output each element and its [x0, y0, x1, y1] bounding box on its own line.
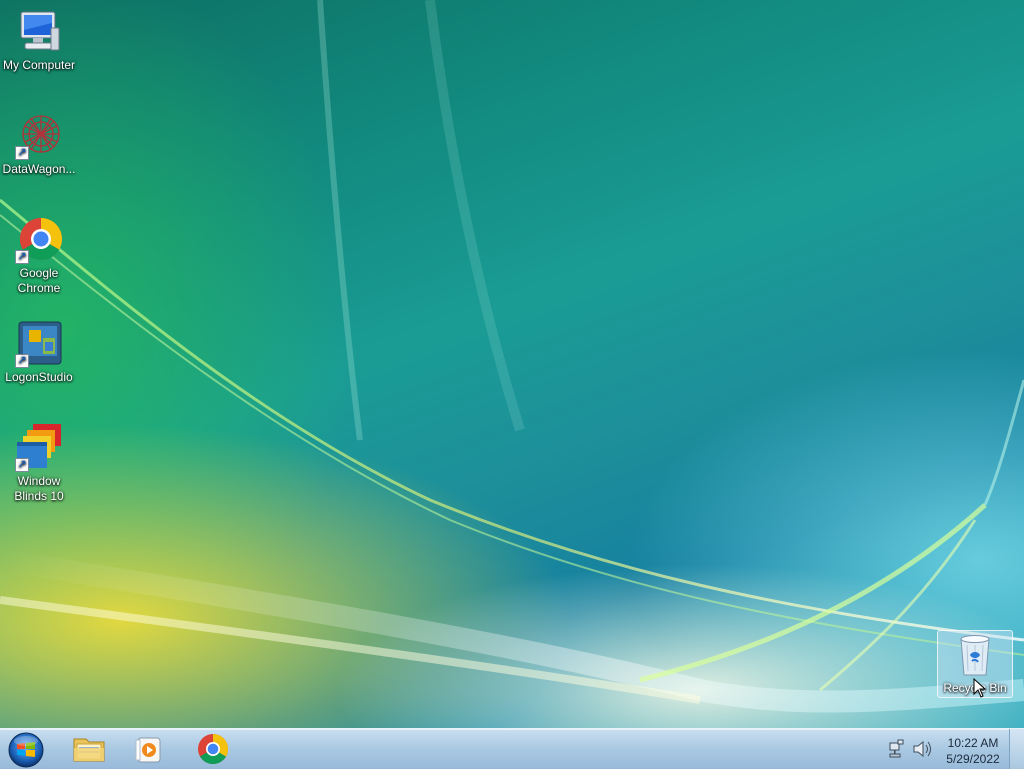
start-button[interactable]	[6, 732, 46, 768]
wallpaper	[0, 0, 1024, 713]
desktop-icon-datawagon[interactable]: ↗ DataWagon...	[0, 112, 78, 177]
desktop-icon-my-computer[interactable]: My Computer	[0, 8, 78, 73]
logonstudio-icon: ↗	[15, 320, 63, 368]
datawagon-icon: ↗	[15, 112, 63, 160]
windowblinds-icon: ↗	[15, 424, 63, 472]
tray-volume[interactable]	[910, 731, 934, 767]
desktop[interactable]: My Computer ↗ DataWagon... ↗ Google Chro…	[0, 0, 1024, 728]
tray-network[interactable]	[884, 731, 908, 767]
mouse-cursor-icon	[973, 678, 987, 698]
shortcut-arrow-icon: ↗	[15, 250, 29, 264]
desktop-icon-label: LogonStudio	[5, 370, 73, 384]
taskbar-clock[interactable]: 10:22 AM 5/29/2022	[940, 735, 1006, 767]
desktop-icon-label: Window Blinds 10	[14, 474, 64, 503]
file-explorer-icon	[73, 738, 105, 762]
taskbar: 10:22 AM 5/29/2022	[0, 728, 1024, 769]
clock-time: 10:22 AM	[947, 736, 999, 750]
show-desktop-button[interactable]	[1009, 729, 1024, 769]
start-orb-icon	[8, 732, 44, 768]
shortcut-arrow-icon: ↗	[15, 146, 29, 160]
desktop-icon-label: Google Chrome	[17, 266, 61, 295]
desktop-icon-window-blinds[interactable]: ↗ Window Blinds 10	[0, 424, 78, 504]
shortcut-arrow-icon: ↗	[15, 354, 29, 368]
desktop-icon-google-chrome[interactable]: ↗ Google Chrome	[0, 216, 78, 296]
taskbar-file-explorer[interactable]	[64, 731, 114, 767]
taskbar-media-player[interactable]	[124, 731, 174, 767]
shortcut-arrow-icon: ↗	[15, 458, 29, 472]
computer-icon	[15, 8, 63, 56]
desktop-icon-label: DataWagon...	[2, 162, 76, 176]
chrome-icon: ↗	[15, 216, 63, 264]
media-player-icon	[135, 737, 161, 763]
desktop-icon-label: My Computer	[2, 58, 76, 72]
clock-date: 5/29/2022	[946, 752, 1000, 766]
taskbar-chrome[interactable]	[188, 731, 238, 767]
desktop-icon-logonstudio[interactable]: ↗ LogonStudio	[0, 320, 78, 385]
recycle-bin-icon	[955, 631, 995, 679]
chrome-icon	[198, 734, 229, 765]
network-icon	[889, 739, 904, 758]
volume-icon	[913, 740, 931, 758]
